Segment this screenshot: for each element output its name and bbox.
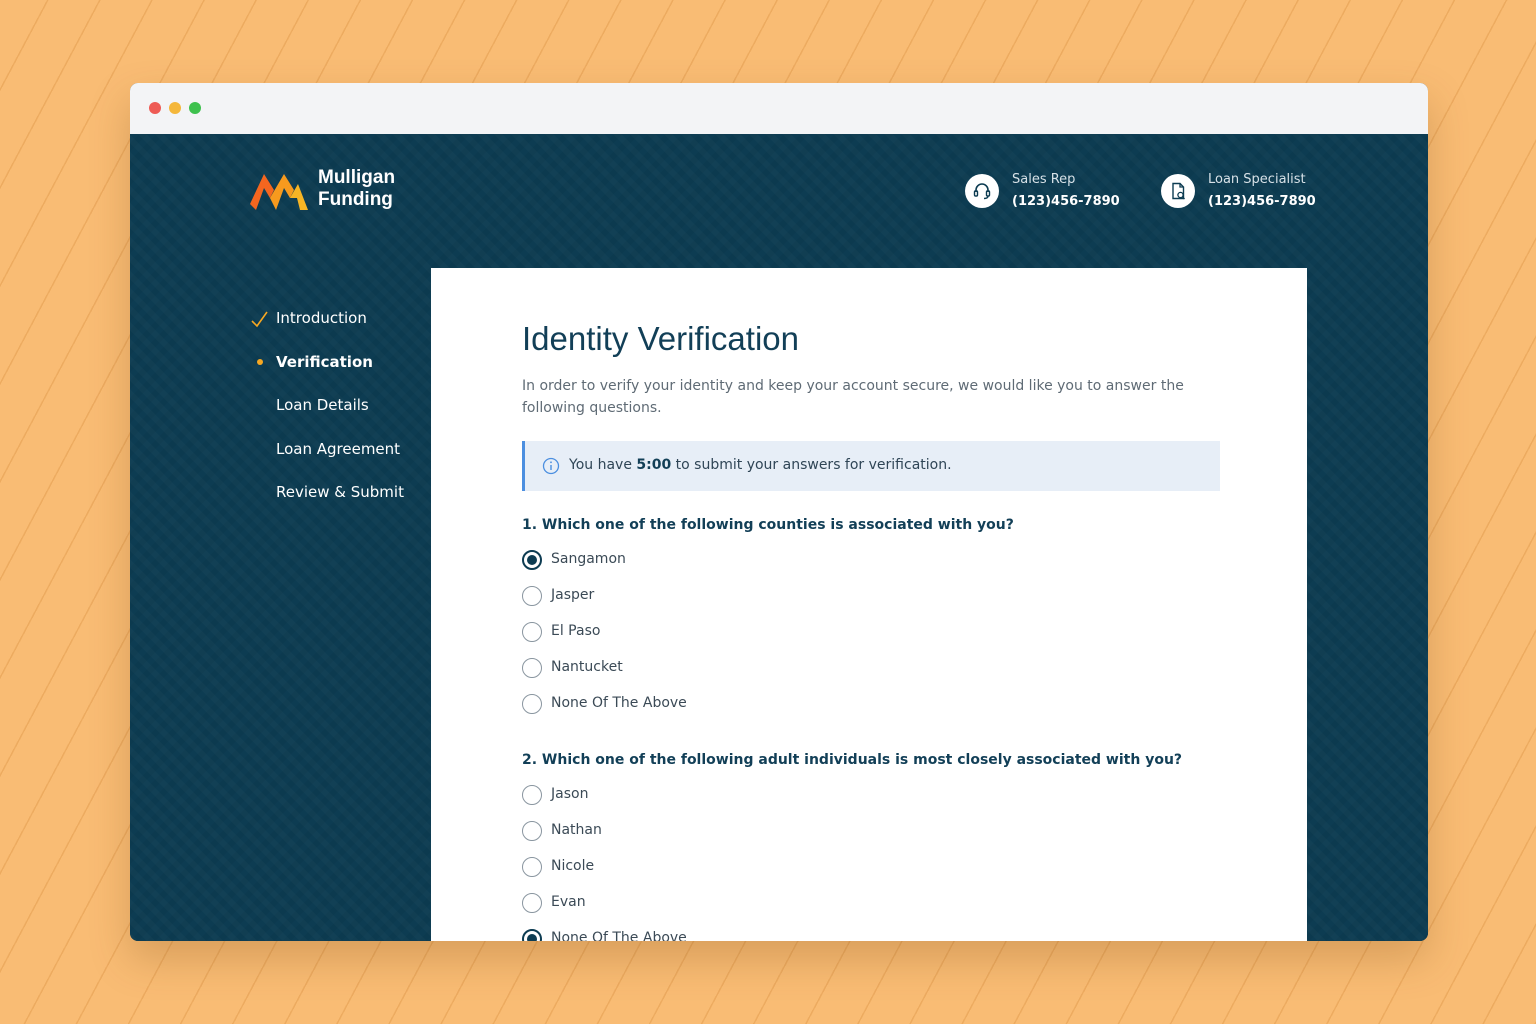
contact-label: Loan Specialist <box>1208 172 1306 187</box>
browser-window: Mulligan Funding Sales Rep (123)456-7890 <box>130 83 1428 941</box>
contact-label: Sales Rep <box>1012 172 1076 187</box>
radio-button[interactable] <box>522 821 542 841</box>
radio-button[interactable] <box>522 694 542 714</box>
timer-value: 5:00 <box>636 457 672 473</box>
step-loan-details[interactable]: Loan Details <box>250 396 430 440</box>
radio-button[interactable] <box>522 857 542 877</box>
step-verification[interactable]: Verification <box>250 353 430 397</box>
checkmark-icon <box>251 311 268 328</box>
question-1-label: 1. Which one of the following counties i… <box>522 517 1014 533</box>
timer-notice: You have 5:00 to submit your answers for… <box>522 441 1220 491</box>
current-step-dot-icon <box>257 358 263 365</box>
document-search-icon <box>1161 174 1195 208</box>
question-2-label: 2. Which one of the following adult indi… <box>522 752 1183 768</box>
window-titlebar <box>130 83 1428 134</box>
info-icon <box>542 457 560 475</box>
contact-phone[interactable]: (123)456-7890 <box>1208 194 1316 209</box>
radio-button[interactable] <box>522 622 542 642</box>
headset-icon <box>965 174 999 208</box>
page-title: Identity Verification <box>522 320 799 357</box>
step-introduction[interactable]: Introduction <box>250 309 430 353</box>
close-window-button[interactable] <box>149 102 161 114</box>
radio-button[interactable] <box>522 893 542 913</box>
minimize-window-button[interactable] <box>169 102 181 114</box>
timer-message: You have 5:00 to submit your answers for… <box>569 457 952 473</box>
maximize-window-button[interactable] <box>189 102 201 114</box>
step-review-submit[interactable]: Review & Submit <box>250 483 430 527</box>
radio-button[interactable] <box>522 586 542 606</box>
brand-name[interactable]: Mulligan Funding <box>318 167 395 211</box>
mulligan-logo-icon[interactable] <box>250 170 308 210</box>
radio-button[interactable] <box>522 929 542 941</box>
step-loan-agreement[interactable]: Loan Agreement <box>250 440 430 484</box>
progress-steps-nav: Introduction Verification Loan Details L… <box>250 309 430 527</box>
radio-button[interactable] <box>522 658 542 678</box>
verification-card: Identity Verification In order to verify… <box>431 268 1307 941</box>
intro-text: In order to verify your identity and kee… <box>522 378 1184 416</box>
app-content: Mulligan Funding Sales Rep (123)456-7890 <box>130 134 1428 941</box>
contact-phone[interactable]: (123)456-7890 <box>1012 194 1120 209</box>
radio-button[interactable] <box>522 550 542 570</box>
radio-button[interactable] <box>522 785 542 805</box>
